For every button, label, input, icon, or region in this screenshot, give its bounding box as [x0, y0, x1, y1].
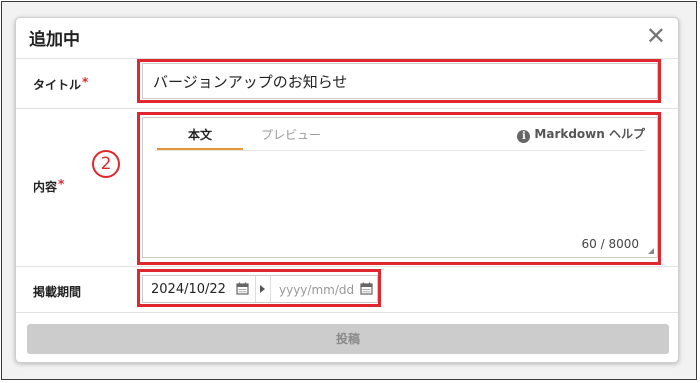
close-icon[interactable]: ✕	[646, 22, 666, 50]
add-dialog: 追加中 ✕ タイトル* 内容* 本文 プレビュー iMarkdown ヘルプ 6…	[15, 17, 679, 363]
arrow-right-icon	[255, 276, 271, 302]
resize-grip-icon[interactable]	[648, 248, 654, 254]
title-input[interactable]	[142, 63, 658, 99]
markdown-help-label: Markdown ヘルプ	[534, 127, 645, 141]
content-editor[interactable]: 本文 プレビュー i Markdown ヘルプ 60 / 8000	[142, 117, 658, 258]
char-counter: 60 / 8000	[581, 237, 639, 251]
content-field-label: 内容*	[33, 177, 64, 195]
divider	[16, 58, 678, 59]
end-date-placeholder: yyyy/mm/dd	[279, 283, 355, 297]
date-range-picker: 2024/10/22 yyyy/mm/dd	[142, 275, 378, 303]
divider	[16, 108, 678, 109]
required-mark: *	[82, 75, 89, 89]
content-label-text: 内容	[33, 180, 58, 194]
start-date-input[interactable]: 2024/10/22	[143, 276, 255, 302]
title-field-label: タイトル*	[33, 75, 88, 93]
required-mark: *	[58, 177, 65, 191]
dialog-title: 追加中	[29, 30, 80, 50]
divider	[16, 266, 678, 267]
end-date-input[interactable]: yyyy/mm/dd	[271, 276, 377, 302]
start-date-value: 2024/10/22	[151, 282, 226, 297]
period-field-label: 掲載期間	[33, 285, 82, 299]
divider	[16, 312, 678, 313]
title-label-text: タイトル	[33, 78, 82, 92]
submit-button[interactable]: 投稿	[27, 324, 669, 354]
annotation-number-badge: 2	[92, 150, 120, 178]
tabs-divider	[155, 150, 645, 151]
calendar-icon[interactable]	[236, 282, 249, 295]
tab-preview[interactable]: プレビュー	[261, 126, 321, 143]
calendar-icon[interactable]	[360, 282, 373, 295]
tab-body[interactable]: 本文	[157, 126, 243, 150]
info-icon: i	[517, 130, 531, 143]
markdown-help-link[interactable]: i Markdown ヘルプ	[517, 125, 645, 143]
